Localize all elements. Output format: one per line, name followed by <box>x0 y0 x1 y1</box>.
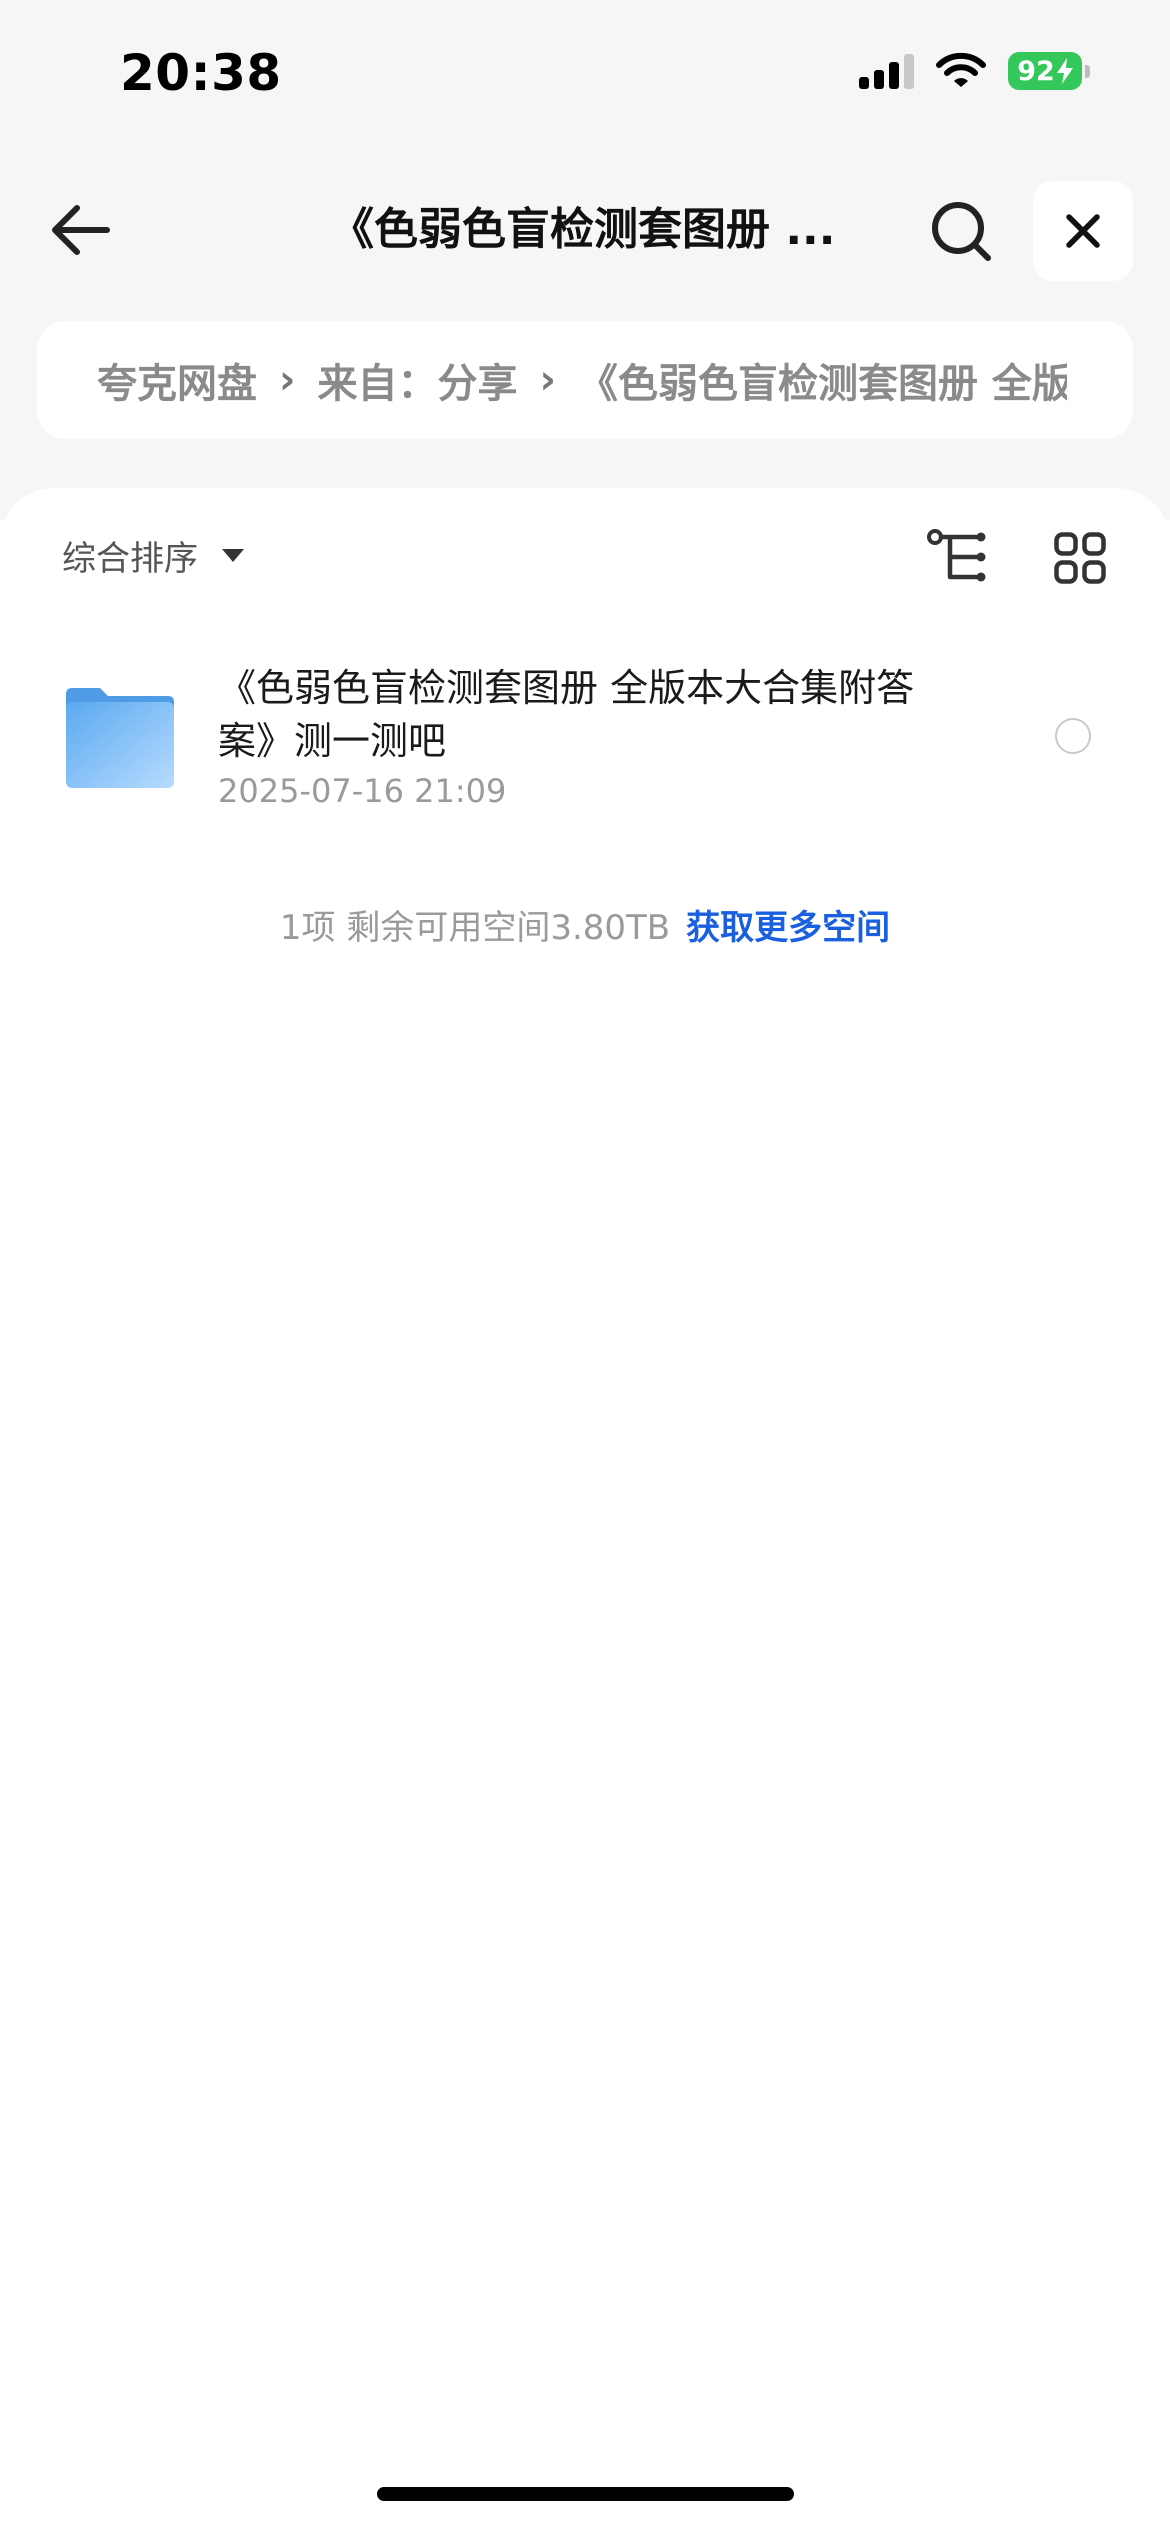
status-icons: 92 <box>859 52 1090 90</box>
close-button[interactable] <box>1033 181 1133 281</box>
grid-view-button[interactable] <box>1054 532 1106 584</box>
breadcrumb-item-current[interactable]: 《色弱色盲检测套图册 全版本大合集附答案》测一测吧 <box>578 351 1067 409</box>
battery-icon: 92 <box>1008 52 1090 90</box>
breadcrumb-separator: › <box>539 357 556 403</box>
folder-icon <box>66 688 174 788</box>
breadcrumb: 夸克网盘 › 来自：分享 › 《色弱色盲检测套图册 全版本大合集附答案》测一测吧 <box>37 321 1133 439</box>
select-checkbox[interactable] <box>1055 718 1091 754</box>
search-button[interactable] <box>922 192 1002 272</box>
status-time: 20:38 <box>120 44 282 102</box>
file-name: 《色弱色盲检测套图册 全版本大合集附答案》测一测吧 <box>218 666 915 763</box>
home-indicator[interactable] <box>377 2487 794 2501</box>
sort-label: 综合排序 <box>62 538 198 579</box>
tree-view-icon <box>927 529 986 582</box>
get-more-space-link[interactable]: 获取更多空间 <box>686 908 890 948</box>
page-title: 《色弱色盲检测套图册 ... <box>330 204 836 255</box>
list-item[interactable]: 《色弱色盲检测套图册 全版本大合集附答案》测一测吧 2025-07-16 21:… <box>0 650 1170 830</box>
breadcrumb-item-root[interactable]: 夸克网盘 <box>97 351 257 409</box>
file-date: 2025-07-16 21:09 <box>218 772 507 810</box>
back-button[interactable] <box>40 190 120 270</box>
breadcrumb-item-share[interactable]: 来自：分享 <box>317 351 517 409</box>
arrow-left-icon <box>52 205 110 255</box>
caret-down-icon <box>222 548 244 562</box>
storage-summary: 1项 剩余可用空间3.80TB 获取更多空间 <box>0 900 1170 949</box>
search-icon <box>932 202 991 261</box>
sort-dropdown[interactable]: 综合排序 <box>62 530 244 580</box>
cellular-signal-icon <box>859 53 914 89</box>
charging-bolt-icon <box>1056 58 1073 84</box>
wifi-icon <box>936 52 986 87</box>
battery-level: 92 <box>1017 55 1055 87</box>
close-icon <box>1066 214 1100 248</box>
tree-view-button[interactable] <box>926 525 990 589</box>
breadcrumb-separator: › <box>279 357 296 403</box>
grid-view-icon <box>1054 532 1106 584</box>
storage-summary-text: 1项 剩余可用空间3.80TB <box>279 908 671 948</box>
